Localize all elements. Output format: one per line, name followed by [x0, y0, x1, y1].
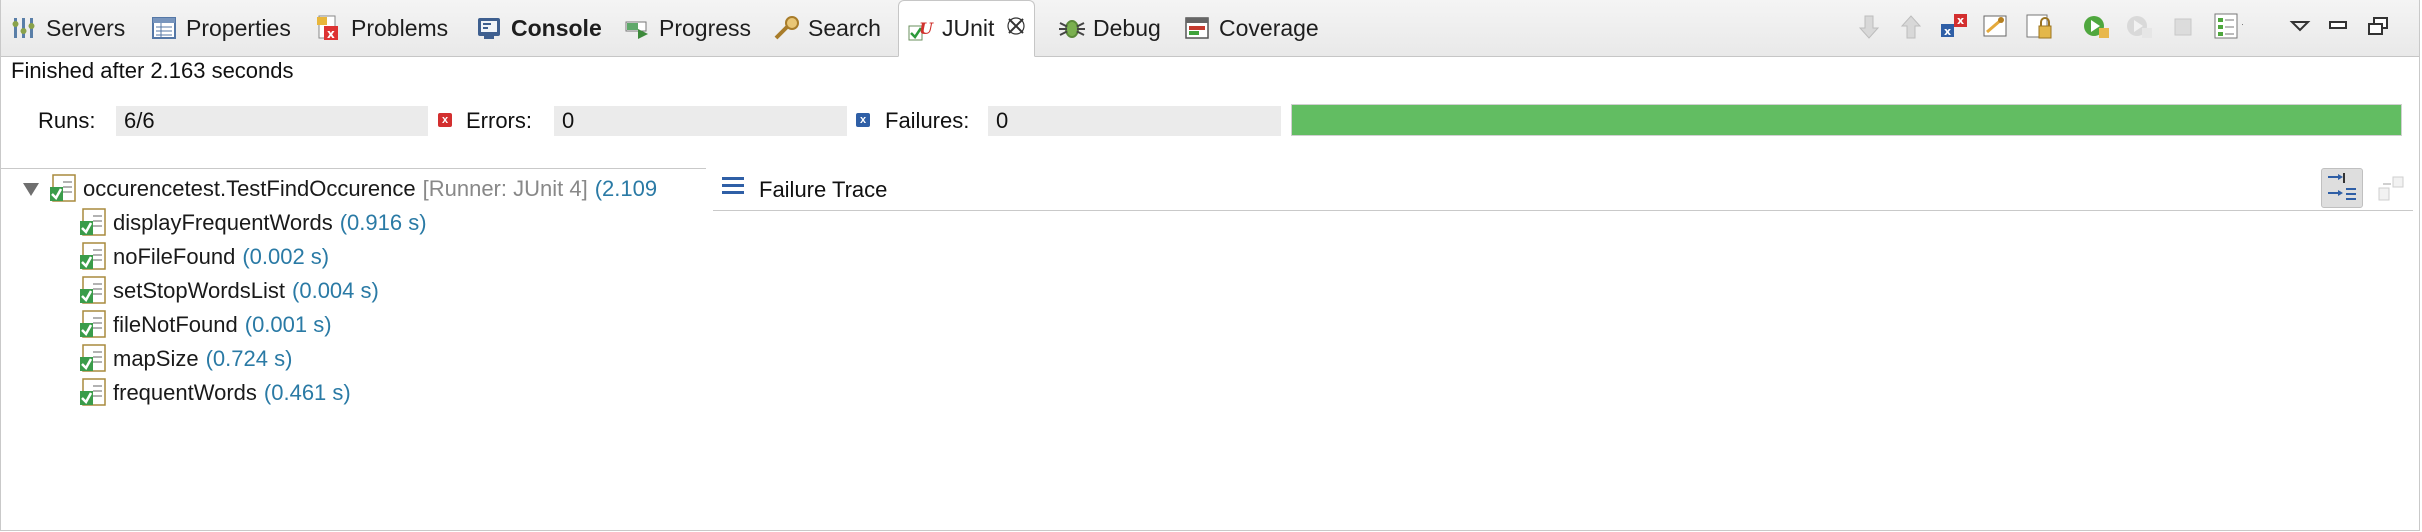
filter-stack-trace-icon[interactable] — [2321, 168, 2363, 208]
test-time: (0.001 s) — [244, 312, 332, 337]
close-icon[interactable] — [1006, 15, 1026, 43]
tab-coverage[interactable]: Coverage — [1184, 0, 1319, 56]
tab-search[interactable]: Search — [773, 0, 881, 56]
tab-label: Search — [808, 14, 881, 41]
tab-label: Console — [511, 14, 602, 41]
next-failure-icon[interactable] — [1854, 12, 1884, 42]
servers-icon — [11, 15, 37, 41]
suite-runner: [Runner: JUnit 4] — [422, 176, 588, 201]
test-name: displayFrequentWords — [113, 210, 333, 235]
tab-label: Progress — [659, 14, 752, 41]
test-node[interactable]: mapSize (0.724 s) — [79, 343, 292, 375]
stop-icon[interactable] — [2168, 12, 2198, 42]
test-ok-icon — [79, 276, 107, 306]
console-icon — [476, 15, 502, 41]
progress-icon — [624, 15, 650, 41]
test-tree[interactable]: occurencetest.TestFindOccurence [Runner:… — [1, 168, 706, 529]
suite-node[interactable]: occurencetest.TestFindOccurence [Runner:… — [23, 173, 657, 205]
test-time: (0.002 s) — [242, 244, 330, 269]
test-node[interactable]: setStopWordsList (0.004 s) — [79, 275, 379, 307]
test-ok-icon — [79, 242, 107, 272]
test-ok-icon — [79, 344, 107, 374]
test-node[interactable]: fileNotFound (0.001 s) — [79, 309, 332, 341]
previous-failure-icon[interactable] — [1896, 12, 1926, 42]
test-ok-icon — [79, 310, 107, 340]
errors-value: 0 — [554, 106, 847, 136]
tab-problems[interactable]: x Problems — [316, 0, 448, 56]
search-icon — [773, 15, 799, 41]
rerun-lock-icon[interactable] — [2025, 12, 2055, 42]
properties-icon — [151, 15, 177, 41]
failure-trace-title: Failure Trace — [759, 177, 888, 202]
junit-icon: U — [907, 16, 934, 42]
test-node[interactable]: frequentWords (0.461 s) — [79, 377, 351, 409]
test-node[interactable]: displayFrequentWords (0.916 s) — [79, 207, 427, 239]
stack-trace-icon — [721, 174, 745, 198]
failures-value: 0 — [988, 106, 1281, 136]
minimize-icon[interactable] — [2323, 12, 2353, 42]
tab-servers[interactable]: Servers — [11, 0, 125, 56]
tab-progress[interactable]: Progress — [624, 0, 751, 56]
view-tab-bar: Servers Properties x Problems Console Pr… — [1, 0, 2419, 57]
problems-icon: x — [316, 15, 342, 41]
tab-label: Debug — [1093, 14, 1161, 41]
test-run-history-icon[interactable] — [2213, 12, 2243, 42]
compare-results-icon[interactable] — [2377, 174, 2407, 204]
failure-icon: x — [856, 113, 870, 127]
show-failures-only-icon[interactable]: xx — [1938, 12, 1968, 42]
runs-label: Runs: — [38, 108, 96, 133]
maximize-icon[interactable] — [2363, 12, 2393, 42]
suite-name: occurencetest.TestFindOccurence — [83, 176, 416, 201]
test-name: fileNotFound — [113, 312, 238, 337]
tab-label: Servers — [46, 14, 126, 41]
test-ok-icon — [79, 208, 107, 238]
test-name: mapSize — [113, 346, 199, 371]
test-progress-bar — [1291, 104, 2402, 136]
suite-time: (2.109 — [594, 176, 658, 201]
error-icon: x — [438, 113, 452, 127]
svg-text:x: x — [1957, 14, 1964, 27]
scroll-lock-icon[interactable] — [1981, 12, 2011, 42]
junit-view: Servers Properties x Problems Console Pr… — [0, 0, 2420, 531]
test-name: frequentWords — [113, 380, 257, 405]
rerun-failed-first-icon[interactable] — [2124, 12, 2154, 42]
rerun-test-icon[interactable] — [2081, 12, 2111, 42]
tab-label: Properties — [186, 14, 291, 41]
svg-text:U: U — [919, 19, 934, 38]
tab-properties[interactable]: Properties — [151, 0, 291, 56]
expand-triangle-icon[interactable] — [23, 182, 39, 196]
test-time: (0.916 s) — [339, 210, 427, 235]
test-time: (0.461 s) — [263, 380, 351, 405]
test-time: (0.004 s) — [292, 278, 379, 303]
svg-text:x: x — [327, 27, 335, 41]
tab-debug[interactable]: Debug — [1058, 0, 1161, 56]
tab-label: JUnit — [942, 15, 995, 41]
svg-text:x: x — [1944, 25, 1951, 38]
tab-label: Coverage — [1219, 14, 1319, 41]
tab-console[interactable]: Console — [476, 0, 602, 56]
test-time: (0.724 s) — [205, 346, 293, 371]
coverage-icon — [1184, 15, 1210, 41]
test-node[interactable]: noFileFound (0.002 s) — [79, 241, 329, 273]
view-menu-icon[interactable] — [2285, 12, 2315, 42]
errors-label: Errors: — [466, 108, 532, 133]
test-ok-icon — [79, 378, 107, 408]
tab-junit[interactable]: U JUnit — [898, 0, 1036, 57]
progress-bar-fill — [1292, 105, 2401, 135]
run-status-text: Finished after 2.163 seconds — [11, 58, 294, 83]
test-name: noFileFound — [113, 244, 236, 269]
test-name: setStopWordsList — [113, 278, 286, 303]
failures-label: Failures: — [885, 108, 970, 133]
failure-trace-header: Failure Trace — [713, 168, 2413, 211]
tab-label: Problems — [351, 14, 449, 41]
debug-icon — [1058, 15, 1085, 41]
test-suite-ok-icon — [49, 174, 77, 204]
runs-value: 6/6 — [116, 106, 428, 136]
